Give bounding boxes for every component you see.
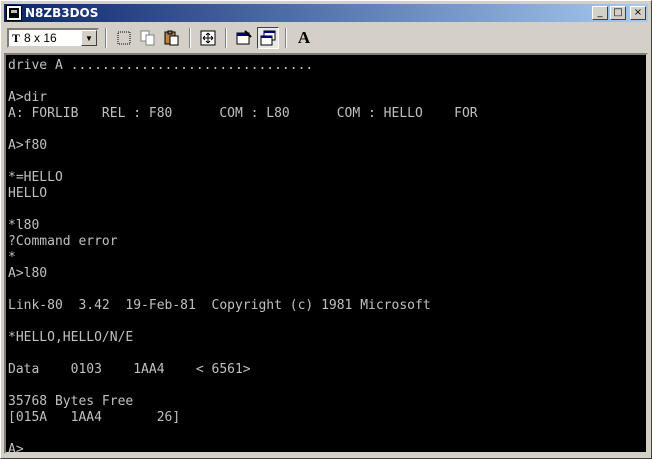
terminal-line: ?Command error [8, 234, 118, 249]
toolbar-separator [189, 28, 191, 48]
text-cursor [25, 452, 33, 454]
mark-button[interactable] [113, 27, 135, 49]
terminal-line: 35768 Bytes Free [8, 394, 134, 409]
font-size-value: 8 x 16 [24, 31, 57, 45]
terminal-line: *=HELLO [8, 170, 63, 185]
terminal-line: A>dir [8, 90, 48, 105]
paste-icon [164, 30, 179, 46]
terminal-line: A> [8, 442, 478, 454]
maximize-button[interactable]: □ [610, 6, 626, 20]
properties-icon [236, 30, 252, 45]
terminal-line: *l80 [8, 218, 40, 233]
font-icon: A [297, 28, 311, 47]
properties-button[interactable] [233, 27, 255, 49]
chevron-down-icon[interactable]: ▼ [81, 30, 97, 46]
paste-button[interactable] [161, 27, 183, 49]
background-button[interactable] [257, 27, 279, 49]
console-window: N8ZB3DOS _ □ × T 8 x 16 ▼ A drive A ....… [0, 0, 652, 459]
close-button[interactable]: × [630, 6, 646, 20]
terminal-line: drive A ............................... [8, 58, 314, 73]
terminal-line: A>f80 [8, 138, 48, 153]
title-bar[interactable]: N8ZB3DOS _ □ × [4, 4, 648, 22]
toolbar-separator [225, 28, 227, 48]
terminal-screen[interactable]: drive A ............................... A… [4, 53, 648, 454]
toolbar-separator [105, 28, 107, 48]
mark-icon [117, 31, 131, 45]
truetype-icon: T [12, 30, 21, 45]
copy-button[interactable] [137, 27, 159, 49]
minimize-button[interactable]: _ [592, 6, 608, 20]
terminal-output: drive A ............................... A… [8, 58, 478, 454]
terminal-line: A>l80 [8, 266, 48, 281]
terminal-line: * [8, 250, 16, 265]
toolbar: T 8 x 16 ▼ A [4, 25, 648, 51]
background-icon [260, 30, 276, 46]
terminal-line: Data 0103 1AA4 < 6561> [8, 362, 251, 377]
fullscreen-button[interactable] [197, 27, 219, 49]
fullscreen-icon [200, 30, 216, 46]
copy-icon [140, 30, 155, 46]
toolbar-separator [285, 28, 287, 48]
app-icon[interactable] [6, 5, 22, 21]
font-button[interactable]: A [293, 27, 315, 49]
window-title: N8ZB3DOS [25, 6, 99, 20]
terminal-line: *HELLO,HELLO/N/E [8, 330, 134, 345]
terminal-line: [015A 1AA4 26] [8, 410, 181, 425]
terminal-line: HELLO [8, 186, 48, 201]
font-size-select[interactable]: T 8 x 16 ▼ [7, 28, 99, 48]
terminal-line: A: FORLIB REL : F80 COM : L80 COM : HELL… [8, 106, 478, 121]
terminal-line: Link-80 3.42 19-Feb-81 Copyright (c) 198… [8, 298, 431, 313]
